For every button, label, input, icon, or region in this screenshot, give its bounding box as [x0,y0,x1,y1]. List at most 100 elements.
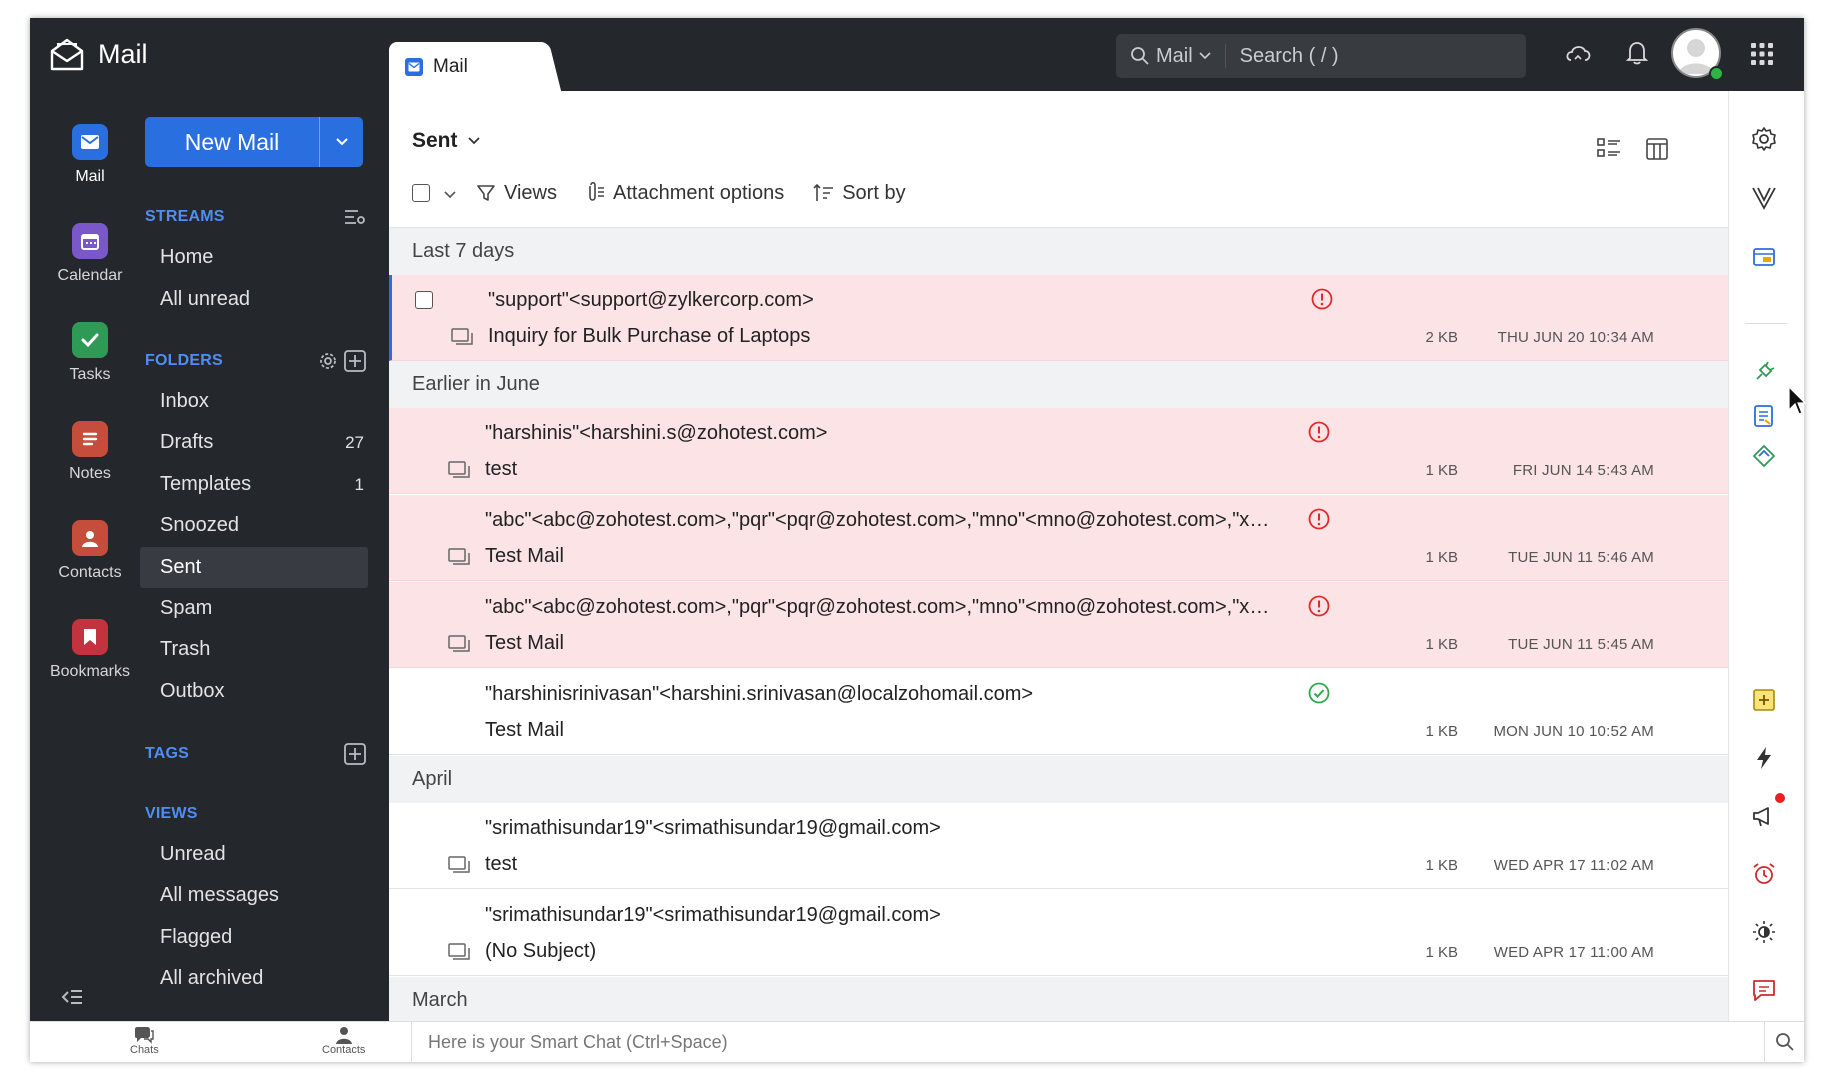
folder-item-sent[interactable]: Sent [140,547,368,588]
announcement-icon[interactable] [1751,803,1777,834]
sort-by-button[interactable]: Sort by [812,181,906,205]
vani-icon[interactable] [1751,184,1777,215]
select-all-checkbox[interactable] [412,184,430,202]
smart-chat-input[interactable]: Here is your Smart Chat (Ctrl+Space) [411,1022,1765,1062]
mail-app-window: Mail Mail Calendar Tasks Notes Contacts … [30,18,1804,1062]
bookmarks-icon [72,619,108,655]
right-tool-rail [1728,91,1804,1021]
message-size: 1 KB [1425,944,1458,961]
search-input[interactable]: Search ( / ) [1226,45,1339,68]
dark-mode-icon[interactable] [1751,919,1777,950]
app-grid-icon[interactable] [1750,42,1774,71]
view-item-flagged[interactable]: Flagged [140,917,368,958]
feedback-chat-icon[interactable] [1751,977,1777,1008]
rail-item-tasks[interactable]: Tasks [30,322,150,384]
rail-label: Mail [75,168,105,185]
stream-item-home[interactable]: Home [140,237,368,278]
message-row[interactable]: "abc"<abc@zohotest.com>,"pqr"<pqr@zohote… [389,582,1728,668]
alarm-clock-icon[interactable] [1751,861,1777,892]
message-sender: "srimathisundar19"<srimathisundar19@gmai… [485,904,941,926]
search-box[interactable]: Mail Search ( / ) [1116,34,1526,78]
rail-item-notes[interactable]: Notes [30,421,150,483]
message-date: WED APR 17 11:02 AM [1493,857,1654,874]
rail-item-contacts[interactable]: Contacts [30,520,150,582]
folder-item-templates[interactable]: Templates 1 [140,464,368,505]
integration-plug-icon[interactable] [1751,359,1777,390]
send-failed-icon[interactable] [1307,507,1331,536]
folder-item-trash[interactable]: Trash [140,629,368,670]
folder-item-inbox[interactable]: Inbox [140,381,368,422]
send-failed-icon[interactable] [1307,594,1331,623]
chats-button[interactable]: Chats [130,1026,159,1056]
message-row[interactable]: "srimathisundar19"<srimathisundar19@gmai… [389,890,1728,976]
row-checkbox[interactable] [415,291,433,309]
add-tag-icon[interactable] [344,743,366,770]
rail-item-bookmarks[interactable]: Bookmarks [30,619,150,681]
sent-success-icon[interactable] [1307,681,1331,710]
message-date: TUE JUN 11 5:46 AM [1508,549,1654,566]
crm-icon[interactable] [1751,443,1777,474]
brand[interactable]: Mail [48,36,148,72]
rail-item-calendar[interactable]: Calendar [30,223,150,285]
message-row[interactable]: "srimathisundar19"<srimathisundar19@gmai… [389,803,1728,889]
add-widget-icon[interactable] [1751,687,1777,718]
sort-by-label: Sort by [842,181,906,204]
attachment-options-button[interactable]: Attachment options [585,182,784,205]
message-subject: Test Mail [485,719,564,741]
search-scope-dropdown[interactable]: Mail [1116,44,1226,68]
message-sender: "support"<support@zylkercorp.com> [488,289,814,311]
folder-item-drafts[interactable]: Drafts 27 [140,422,368,463]
folder-title-dropdown[interactable]: Sent [412,129,480,153]
cloud-sync-icon[interactable] [1564,40,1592,71]
message-row[interactable]: "harshinisrinivasan"<harshini.srinivasan… [389,669,1728,755]
divider [1745,323,1787,324]
tab-mail[interactable]: Mail [389,42,539,91]
folder-item-snoozed[interactable]: Snoozed [140,505,368,546]
column-view-icon[interactable] [1645,137,1669,166]
view-item-unread[interactable]: Unread [140,834,368,875]
add-folder-icon[interactable] [344,350,366,377]
send-failed-icon[interactable] [1307,420,1331,449]
notes-widget-icon[interactable] [1751,403,1777,434]
folder-item-spam[interactable]: Spam [140,588,368,629]
notification-bell-icon[interactable] [1625,40,1649,71]
mail-tab-icon [405,57,423,76]
settings-gear-icon[interactable] [1751,126,1777,157]
app-name: Mail [98,38,148,69]
view-item-all-messages[interactable]: All messages [140,875,368,916]
streams-settings-icon[interactable] [344,208,366,231]
views-filter-button[interactable]: Views [476,182,557,205]
list-view-icon[interactable] [1597,137,1621,164]
collapse-sidebar-icon[interactable] [60,988,84,1011]
folder-settings-icon[interactable] [318,351,338,376]
workspace-icon[interactable] [1751,243,1777,274]
message-sender: "harshinisrinivasan"<harshini.srinivasan… [485,683,1034,705]
person-icon [335,1027,352,1044]
folder-item-outbox[interactable]: Outbox [140,671,368,712]
view-item-all-archived[interactable]: All archived [140,958,368,999]
new-mail-label[interactable]: New Mail [145,117,319,167]
message-size: 1 KB [1425,857,1458,874]
message-sender: "harshinis"<harshini.s@zohotest.com> [485,422,828,444]
message-row[interactable]: "harshinis"<harshini.s@zohotest.com> tes… [389,408,1728,494]
search-icon[interactable] [1775,1032,1795,1057]
attachment-options-label: Attachment options [613,181,785,204]
message-subject: test [485,458,518,480]
stream-item-all-unread[interactable]: All unread [140,279,368,320]
unread-count: 1 [354,474,364,494]
list-toolbar: Views Attachment options Sort by [412,176,906,210]
message-row[interactable]: "abc"<abc@zohotest.com>,"pqr"<pqr@zohote… [389,495,1728,581]
send-failed-icon[interactable] [1310,287,1334,316]
chat-bubble-icon [135,1027,155,1044]
folders-heading: FOLDERS [145,352,223,369]
message-size: 2 KB [1425,329,1458,346]
message-subject: Test Mail [485,545,564,567]
new-mail-button[interactable]: New Mail [145,117,363,167]
contacts-button[interactable]: Contacts [322,1026,365,1056]
select-options-dropdown[interactable] [444,182,456,205]
lightning-icon[interactable] [1751,745,1777,776]
rail-item-mail[interactable]: Mail [30,124,150,186]
message-subject: test [485,853,518,875]
message-row[interactable]: "support"<support@zylkercorp.com> Inquir… [389,275,1728,361]
new-mail-dropdown-button[interactable] [319,117,363,167]
